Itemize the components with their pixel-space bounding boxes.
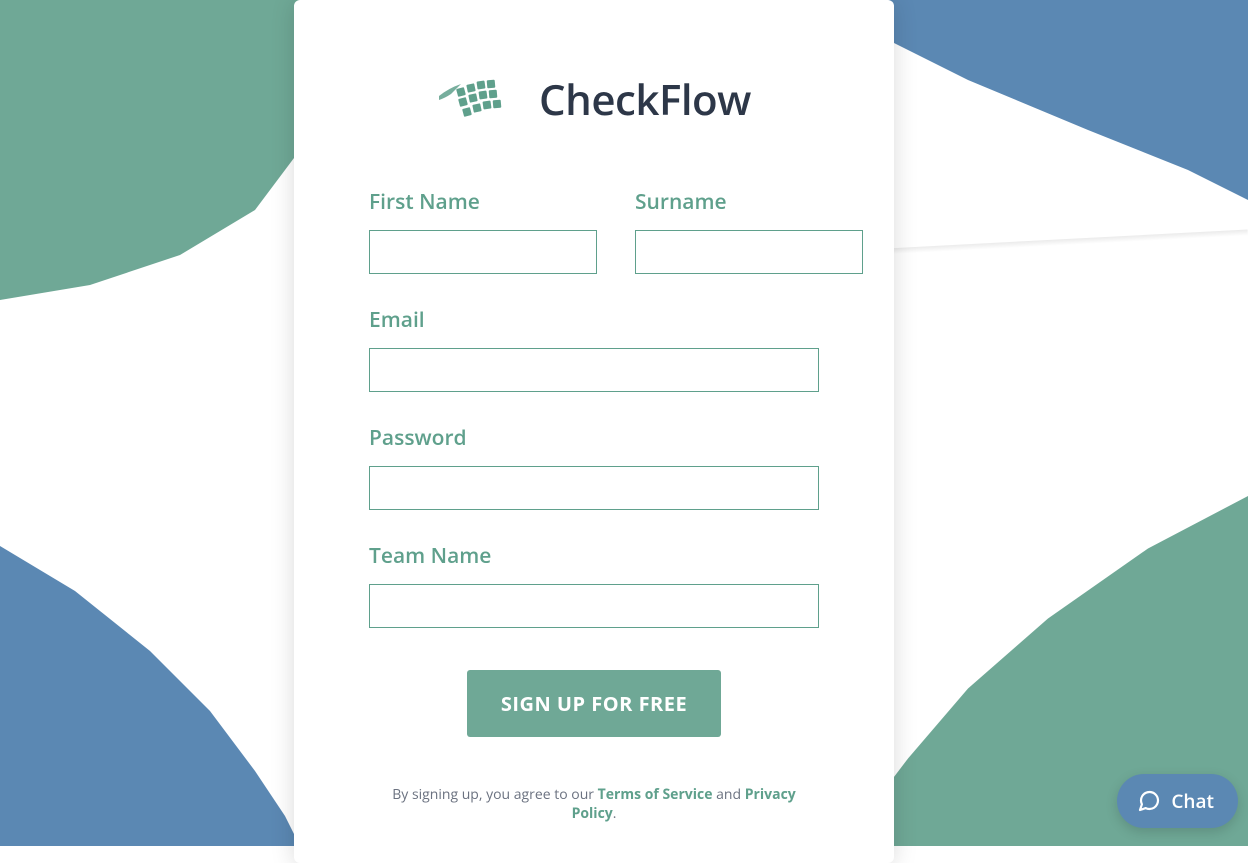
legal-prefix: By signing up, you agree to our [392,785,597,804]
team-name-group: Team Name [369,542,819,628]
signup-card: CheckFlow First Name Surname Email Passw… [294,0,894,863]
signup-button[interactable]: SIGN UP FOR FREE [467,670,721,737]
bg-wave-bottom-left [0,546,300,846]
chat-icon [1137,789,1161,813]
email-group: Email [369,306,819,392]
email-label: Email [369,306,819,334]
password-label: Password [369,424,819,452]
logo: CheckFlow [369,0,819,188]
surname-input[interactable] [635,230,863,274]
bg-wave-top-left [0,0,300,300]
chat-label: Chat [1171,788,1214,814]
first-name-label: First Name [369,188,597,216]
first-name-group: First Name [369,188,597,274]
team-name-label: Team Name [369,542,819,570]
name-row: First Name Surname [369,188,819,274]
legal-text: By signing up, you agree to our Terms of… [369,785,819,823]
surname-label: Surname [635,188,863,216]
chat-widget-button[interactable]: Chat [1117,774,1238,828]
bg-wave-top-right [848,0,1248,200]
password-group: Password [369,424,819,510]
logo-text: CheckFlow [539,71,751,128]
legal-suffix: . [613,804,617,823]
logo-mark-icon [437,70,525,128]
legal-conjunction: and [713,785,745,804]
surname-group: Surname [635,188,863,274]
team-name-input[interactable] [369,584,819,628]
password-input[interactable] [369,466,819,510]
email-input[interactable] [369,348,819,392]
bg-wave-shadow [848,230,1248,257]
first-name-input[interactable] [369,230,597,274]
terms-of-service-link[interactable]: Terms of Service [598,785,713,804]
